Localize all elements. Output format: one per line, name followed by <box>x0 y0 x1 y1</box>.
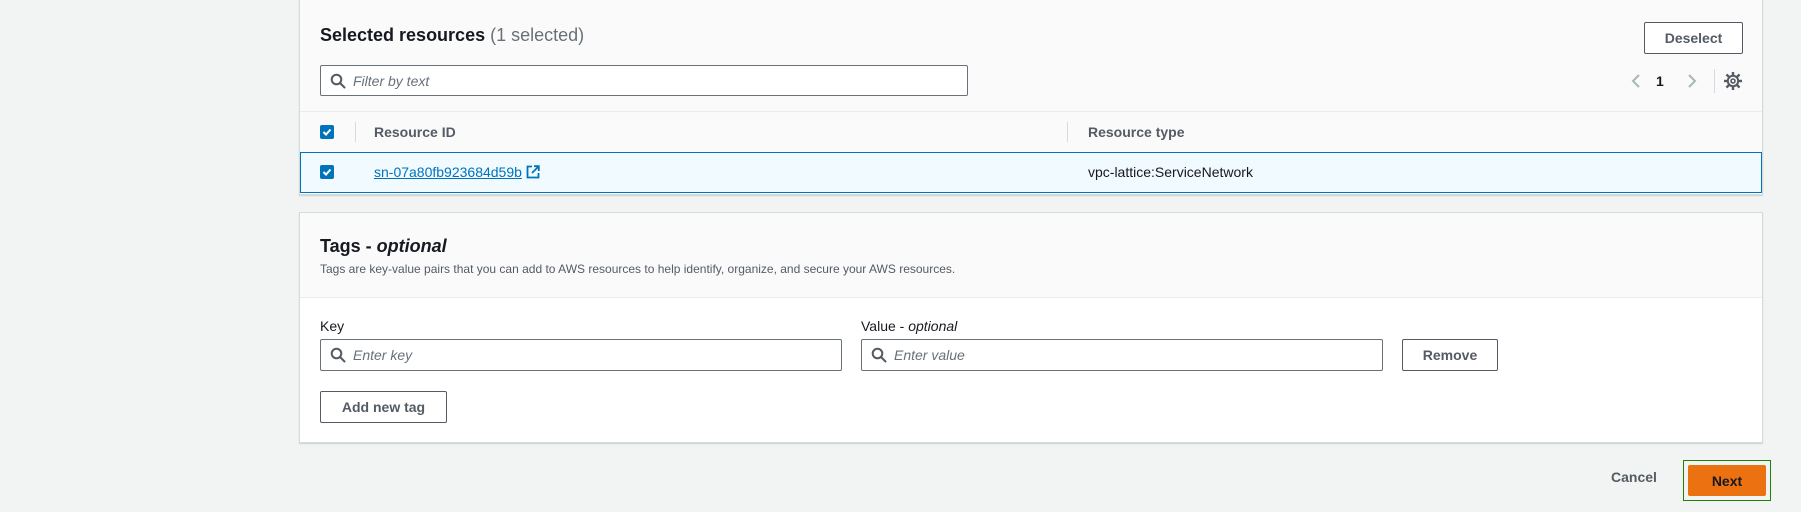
value-label-optional: optional <box>908 318 958 334</box>
row-checkbox[interactable] <box>320 165 334 179</box>
tags-title-text: Tags - <box>320 236 377 256</box>
resources-title: Selected resources (1 selected) <box>320 25 584 46</box>
select-all-checkbox[interactable] <box>320 125 334 139</box>
key-input[interactable] <box>353 340 833 370</box>
resource-id-text: sn-07a80fb923684d59b <box>374 164 522 180</box>
column-header-resource-type[interactable]: Resource type <box>1088 124 1184 140</box>
cancel-button[interactable]: Cancel <box>1611 469 1657 485</box>
table-header-row: Resource ID Resource type <box>300 112 1762 152</box>
gear-icon <box>1724 72 1742 90</box>
next-button-focus-ring: Next <box>1683 460 1771 501</box>
preferences-button[interactable] <box>1724 69 1742 93</box>
pagination-next[interactable] <box>1684 69 1698 93</box>
resource-type-cell: vpc-lattice:ServiceNetwork <box>1088 164 1253 180</box>
selected-count: (1 selected) <box>490 25 585 45</box>
value-label: Value - optional <box>861 318 957 334</box>
tags-title: Tags - optional <box>320 236 447 257</box>
tags-header: Tags - optional Tags are key-value pairs… <box>300 213 1762 298</box>
add-new-tag-button[interactable]: Add new tag <box>320 391 447 423</box>
key-field[interactable] <box>320 339 842 371</box>
tags-title-optional: optional <box>376 236 447 256</box>
key-label: Key <box>320 318 345 334</box>
resources-title-text: Selected resources <box>320 25 486 45</box>
filter-input[interactable] <box>353 66 959 95</box>
resource-id-link[interactable]: sn-07a80fb923684d59b <box>374 164 540 180</box>
pagination-page-number[interactable]: 1 <box>1656 69 1664 93</box>
tags-description: Tags are key-value pairs that you can ad… <box>320 262 956 276</box>
pagination-divider <box>1714 69 1715 93</box>
checkmark-icon <box>322 168 332 176</box>
value-label-text: Value - <box>861 318 909 334</box>
next-button[interactable]: Next <box>1688 465 1766 496</box>
table-row[interactable]: sn-07a80fb923684d59b vpc-lattice:Service… <box>300 152 1762 193</box>
chevron-right-icon <box>1688 74 1697 88</box>
search-icon <box>330 73 346 89</box>
remove-tag-button[interactable]: Remove <box>1402 339 1498 371</box>
checkmark-icon <box>322 128 332 136</box>
search-icon <box>871 347 887 363</box>
resources-header: Selected resources (1 selected) Deselect… <box>300 0 1762 112</box>
selected-resources-panel: Selected resources (1 selected) Deselect… <box>299 0 1763 195</box>
deselect-button[interactable]: Deselect <box>1644 22 1743 54</box>
search-icon <box>330 347 346 363</box>
tags-panel: Tags - optional Tags are key-value pairs… <box>299 212 1763 443</box>
filter-field[interactable] <box>320 65 968 96</box>
value-field[interactable] <box>861 339 1383 371</box>
chevron-left-icon <box>1631 74 1640 88</box>
value-input[interactable] <box>894 340 1374 370</box>
column-divider <box>1067 122 1068 142</box>
column-divider <box>355 122 356 142</box>
external-link-icon <box>526 165 540 179</box>
pagination-previous[interactable] <box>1630 69 1644 93</box>
column-header-resource-id[interactable]: Resource ID <box>374 124 456 140</box>
